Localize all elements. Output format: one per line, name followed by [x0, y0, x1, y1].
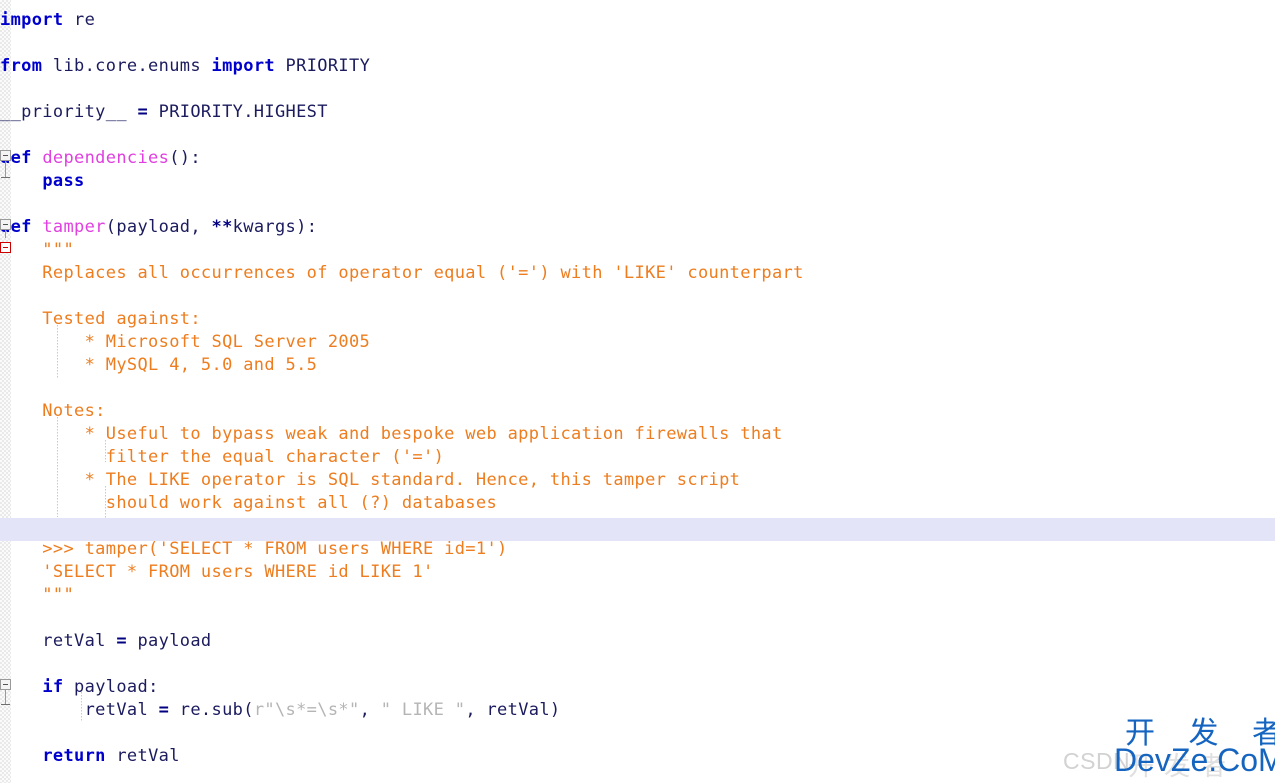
code-token: Notes:	[0, 401, 106, 421]
code-token: __priority__	[0, 102, 138, 122]
code-line[interactable]: filter the equal character ('=')	[0, 446, 444, 469]
code-token: >>> tamper('SELECT * FROM users WHERE id…	[0, 539, 508, 559]
code-token: re	[74, 10, 96, 30]
code-token: PRIORITY.HIGHEST	[148, 102, 328, 122]
code-token: dependencies	[42, 148, 170, 168]
code-token: payload	[126, 631, 212, 651]
code-line[interactable]: retVal = re.sub(r"\s*=\s*", " LIKE ", re…	[0, 699, 561, 722]
code-line[interactable]: if payload:	[0, 676, 159, 699]
fold-connector-line	[5, 161, 6, 177]
code-token: payload:	[63, 677, 159, 697]
code-token: =	[137, 102, 149, 122]
code-token: should work against all (?) databases	[0, 493, 498, 513]
code-line[interactable]: def tamper(payload, **kwargs):	[0, 216, 317, 239]
fold-region-end-tick	[1, 177, 10, 178]
code-token: * MySQL 4, 5.0 and 5.5	[0, 355, 318, 375]
code-line[interactable]: * MySQL 4, 5.0 and 5.5	[0, 354, 317, 377]
code-token: re.sub(	[169, 700, 254, 720]
fold-connector-line	[5, 690, 6, 704]
code-token: retVal	[0, 631, 117, 651]
code-token: * Microsoft SQL Server 2005	[0, 332, 371, 352]
code-line[interactable]: Notes:	[0, 400, 106, 423]
code-line[interactable]: """	[0, 584, 74, 607]
code-token: import	[211, 56, 275, 76]
code-token: Replaces all occurrences of operator equ…	[0, 263, 804, 283]
code-token: =	[158, 700, 170, 720]
fold-connector-line	[5, 230, 6, 238]
code-line[interactable]: from lib.core.enums import PRIORITY	[0, 55, 370, 78]
code-token: filter the equal character ('=')	[0, 447, 445, 467]
fold-marker-docstring[interactable]	[0, 242, 11, 253]
code-line[interactable]: 'SELECT * FROM users WHERE id LIKE 1'	[0, 561, 434, 584]
code-line[interactable]: Tested against:	[0, 308, 201, 331]
fold-marker-tamper[interactable]	[0, 219, 11, 230]
code-token: * The LIKE operator is SQL standard. Hen…	[0, 470, 741, 490]
code-line[interactable]: >>> tamper('SELECT * FROM users WHERE id…	[0, 538, 508, 561]
code-token: ,	[359, 700, 381, 720]
code-token: pass	[42, 171, 85, 191]
code-line[interactable]: should work against all (?) databases	[0, 492, 497, 515]
code-token: """	[0, 240, 75, 260]
code-token: * Useful to bypass weak and bespoke web …	[0, 424, 783, 444]
code-token: ():	[169, 148, 201, 168]
code-token: (payload,	[105, 217, 212, 237]
code-token: PRIORITY	[274, 56, 371, 76]
code-token: tamper	[42, 217, 106, 237]
code-token: " LIKE "	[380, 700, 466, 720]
code-token: , retVal)	[465, 700, 561, 720]
code-line[interactable]: pass	[0, 170, 85, 193]
code-line[interactable]: return retVal	[0, 745, 180, 768]
code-token: retVal	[0, 700, 159, 720]
code-token: return	[42, 746, 106, 766]
code-token: """	[0, 585, 75, 605]
code-line[interactable]: retVal = payload	[0, 630, 212, 653]
code-line[interactable]: """	[0, 239, 74, 262]
code-token: lib.core.enums	[42, 56, 212, 76]
code-token: retVal	[105, 746, 180, 766]
code-editor[interactable]: import re from lib.core.enums import PRIO…	[0, 0, 1275, 783]
code-line[interactable]: * Useful to bypass weak and bespoke web …	[0, 423, 783, 446]
watermark-site-text: DevZe.CoM	[1114, 742, 1275, 778]
code-token: from	[0, 56, 43, 76]
code-line[interactable]: Replaces all occurrences of operator equ…	[0, 262, 804, 285]
fold-region-end-tick	[1, 704, 10, 705]
code-line[interactable]: * The LIKE operator is SQL standard. Hen…	[0, 469, 740, 492]
code-line[interactable]: * Microsoft SQL Server 2005	[0, 331, 370, 354]
code-token: **	[211, 217, 233, 237]
code-token: =	[116, 631, 127, 651]
code-token: Tested against:	[0, 309, 201, 329]
code-line[interactable]: import re	[0, 9, 95, 32]
code-token: if	[42, 677, 64, 697]
code-token: 'SELECT * FROM users WHERE id LIKE 1'	[0, 562, 434, 582]
code-content: import re from lib.core.enums import PRIO…	[0, 0, 1275, 783]
fold-marker-if-payload[interactable]	[0, 679, 11, 690]
fold-marker-dependencies[interactable]	[0, 150, 11, 161]
code-token: import	[0, 10, 64, 30]
code-line[interactable]: __priority__ = PRIORITY.HIGHEST	[0, 101, 328, 124]
code-token: kwargs):	[232, 217, 318, 237]
code-token: r"\s*=\s*"	[253, 700, 360, 720]
code-line[interactable]: def dependencies():	[0, 147, 201, 170]
